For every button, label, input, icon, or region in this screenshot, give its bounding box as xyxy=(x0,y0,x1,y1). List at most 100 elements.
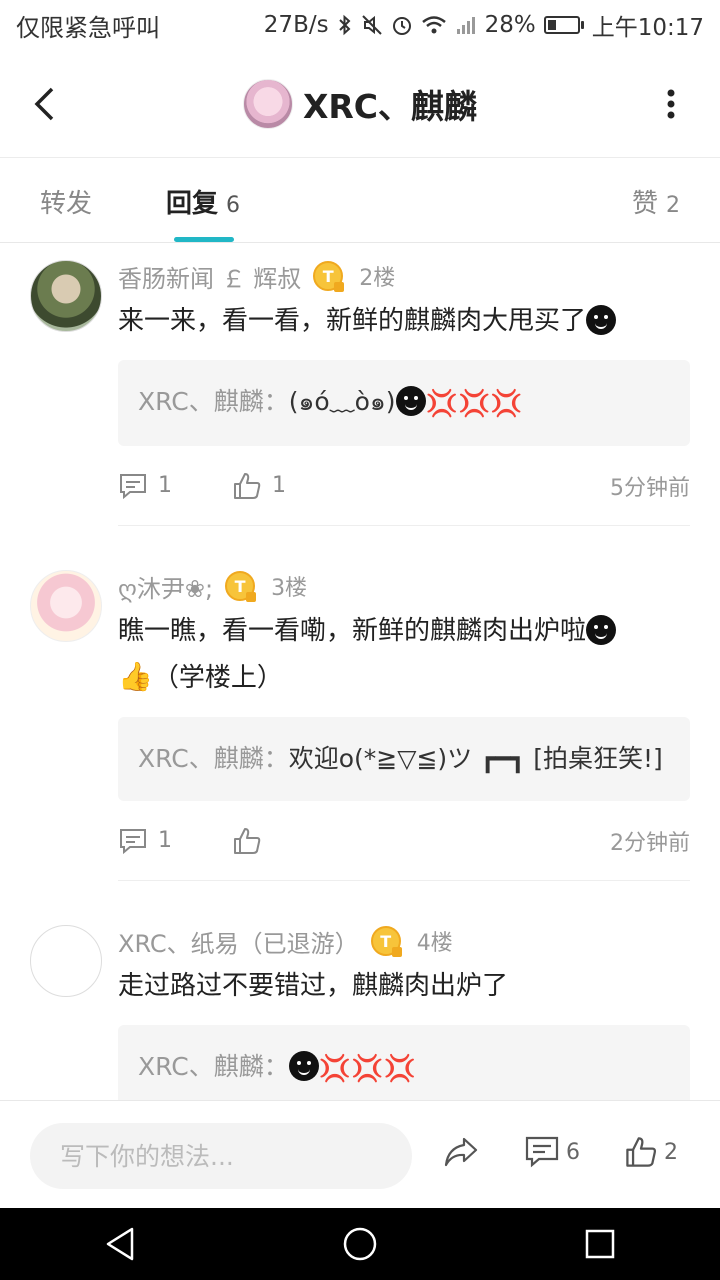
comment-list[interactable]: 香肠新闻 ￡ 辉叔 T 2楼 来一来，看一看，新鲜的麒麟肉大甩买了 XRC、麒麟… xyxy=(0,244,720,1100)
comment-actions: 1 2分钟前 xyxy=(118,801,690,881)
triangle-back-icon xyxy=(106,1227,134,1261)
tab-active-indicator xyxy=(174,237,234,242)
tab-forward-label: 转发 xyxy=(40,189,93,219)
thumbs-up-icon xyxy=(626,1137,657,1167)
status-bar: 仅限紧急呼叫 27B/s 28% 上午10:17 xyxy=(0,0,720,50)
quote-author[interactable]: XRC、麒麟： xyxy=(138,1052,289,1081)
comment-username[interactable]: XRC、纸易（已退游） xyxy=(118,924,359,959)
anger-emoji-icon: 💢 xyxy=(457,389,491,419)
quote-text: (๑ó﹏ò๑) xyxy=(288,387,396,416)
level-badge-icon: T xyxy=(313,261,345,292)
page-title: XRC、麒麟 xyxy=(302,86,478,126)
battery-percent: 28% xyxy=(484,12,536,38)
tab-reply[interactable]: 回复 6 xyxy=(166,183,240,220)
anger-emoji-icon: 💢 xyxy=(383,1054,416,1084)
thumbs-up-icon xyxy=(234,472,261,499)
share-button[interactable] xyxy=(442,1135,480,1169)
comment-icon xyxy=(120,828,146,854)
thumbs-up-icon xyxy=(234,827,261,854)
nav-recents-button[interactable] xyxy=(570,1214,630,1274)
comment-time: 5分钟前 xyxy=(610,475,690,501)
post-author-avatar[interactable] xyxy=(242,78,293,129)
avatar[interactable] xyxy=(30,925,102,997)
reply-button[interactable]: 1 xyxy=(118,827,172,855)
comment-text: 瞧一瞧，看一看嘞，新鲜的麒麟肉出炉啦 xyxy=(118,616,587,646)
reply-quote[interactable]: XRC、麒麟： 💢💢💢 xyxy=(118,1025,690,1100)
comment-text: 走过路过不要错过，麒麟肉出炉了 xyxy=(118,971,509,1001)
comment-text-tail: （学楼上） xyxy=(152,663,283,693)
comment-content[interactable]: 走过路过不要错过，麒麟肉出炉了 xyxy=(118,961,690,1009)
mute-icon xyxy=(361,14,383,36)
comments-button[interactable]: 6 xyxy=(524,1135,580,1169)
battery-icon xyxy=(543,16,584,34)
comment-input[interactable] xyxy=(30,1123,412,1189)
anger-emoji-icon: 💢 xyxy=(490,389,523,419)
like-count: 1 xyxy=(272,473,286,498)
tab-like-count: 2 xyxy=(666,193,680,218)
floor-number: 4楼 xyxy=(416,931,453,956)
reply-count: 1 xyxy=(158,828,172,853)
comment-username[interactable]: 香肠新闻 ￡ 辉叔 xyxy=(118,259,301,294)
nav-home-button[interactable] xyxy=(330,1214,390,1274)
alarm-icon xyxy=(391,14,413,36)
reply-quote[interactable]: XRC、麒麟：欢迎o(*≧▽≦)ツ ┏━┓ [拍桌狂笑!] xyxy=(118,717,690,801)
tab-reply-count: 6 xyxy=(226,193,241,218)
anger-emoji-icon: 💢 xyxy=(318,1054,352,1084)
comment-item: ღ沐尹❀; T 3楼 瞧一瞧，看一看嘞，新鲜的麒麟肉出炉啦 👍（学楼上） XRC、… xyxy=(0,554,720,881)
black-face-emoji-icon xyxy=(395,386,426,416)
comment-item: 香肠新闻 ￡ 辉叔 T 2楼 来一来，看一看，新鲜的麒麟肉大甩买了 XRC、麒麟… xyxy=(0,244,720,526)
quote-text: 欢迎o(*≧▽≦)ツ ┏━┓ [拍桌狂笑!] xyxy=(288,744,663,773)
post-like-count: 2 xyxy=(664,1139,678,1165)
more-options-button[interactable] xyxy=(656,82,686,126)
emergency-call-text: 仅限紧急呼叫 xyxy=(16,13,160,42)
wifi-icon xyxy=(421,15,447,35)
comment-text: 来一来，看一看，新鲜的麒麟肉大甩买了 xyxy=(118,306,587,336)
tab-like-label: 赞 xyxy=(631,189,658,219)
comment-username[interactable]: ღ沐尹❀; xyxy=(118,569,213,604)
square-recents-icon xyxy=(585,1229,615,1259)
more-vertical-icon xyxy=(667,89,675,119)
like-button[interactable] xyxy=(232,826,272,856)
level-badge-icon: T xyxy=(225,571,257,602)
black-face-emoji-icon xyxy=(586,305,617,335)
nav-back-button[interactable] xyxy=(90,1214,150,1274)
comment-actions: 1 1 5分钟前 xyxy=(118,446,690,526)
tab-bar: 转发 回复 6 赞 2 xyxy=(0,159,720,243)
net-speed: 27B/s xyxy=(263,12,329,38)
tab-forward[interactable]: 转发 xyxy=(40,183,92,220)
app-header: XRC、麒麟 xyxy=(0,50,720,158)
back-button[interactable] xyxy=(22,82,66,126)
bottom-action-bar: 6 2 xyxy=(0,1100,720,1210)
level-badge-icon: T xyxy=(370,926,402,957)
reply-button[interactable]: 1 xyxy=(118,472,172,500)
like-post-button[interactable]: 2 xyxy=(624,1135,678,1169)
comment-content[interactable]: 瞧一瞧，看一看嘞，新鲜的麒麟肉出炉啦 👍（学楼上） xyxy=(118,606,690,701)
comment-icon xyxy=(525,1136,559,1168)
comment-content[interactable]: 来一来，看一看，新鲜的麒麟肉大甩买了 xyxy=(118,296,690,344)
like-button[interactable]: 1 xyxy=(232,471,286,501)
system-nav-bar xyxy=(0,1208,720,1280)
avatar[interactable] xyxy=(30,570,102,642)
comment-time: 2分钟前 xyxy=(610,830,690,856)
chevron-left-icon xyxy=(34,87,54,121)
quote-author[interactable]: XRC、麒麟： xyxy=(138,744,289,773)
status-icons: 27B/s 28% 上午10:17 xyxy=(264,8,704,42)
tab-reply-label: 回复 xyxy=(166,189,219,219)
bluetooth-icon xyxy=(337,14,353,36)
comment-meta: ღ沐尹❀; T 3楼 xyxy=(118,554,690,606)
comment-meta: 香肠新闻 ￡ 辉叔 T 2楼 xyxy=(118,244,690,296)
share-icon xyxy=(444,1137,478,1167)
title-group: XRC、麒麟 xyxy=(0,50,720,157)
reply-count: 1 xyxy=(158,473,172,498)
floor-number: 3楼 xyxy=(271,576,308,601)
avatar[interactable] xyxy=(30,260,102,332)
thumbs-up-emoji-icon: 👍 xyxy=(118,660,153,693)
anger-emoji-icon: 💢 xyxy=(351,1054,384,1084)
circle-home-icon xyxy=(343,1227,377,1261)
signal-icon xyxy=(455,14,477,36)
anger-emoji-icon: 💢 xyxy=(425,389,458,419)
reply-quote[interactable]: XRC、麒麟：(๑ó﹏ò๑) 💢💢💢 xyxy=(118,360,690,446)
quote-author[interactable]: XRC、麒麟： xyxy=(138,387,289,416)
comment-meta: XRC、纸易（已退游） T 4楼 xyxy=(118,909,690,961)
tab-like[interactable]: 赞 2 xyxy=(632,183,680,220)
